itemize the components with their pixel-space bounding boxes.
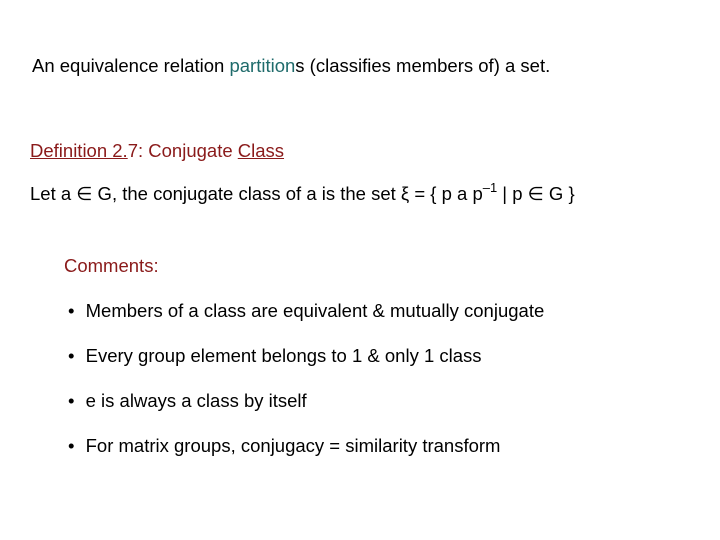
let-post2: G }: [544, 183, 575, 204]
bullet-3: • e is always a class by itself: [68, 390, 307, 412]
bullet-dot-1: •: [68, 300, 74, 321]
bullet-text-4: For matrix groups, conjugacy = similarit…: [86, 435, 501, 456]
def-class-word: Class: [238, 140, 284, 161]
definition-heading: Definition 2.7: Conjugate Class: [30, 140, 284, 162]
bullet-text-3: e is always a class by itself: [86, 390, 307, 411]
element-of-2: ∈: [528, 183, 544, 204]
intro-post: s (classifies members of) a set.: [295, 55, 550, 76]
bullet-4: • For matrix groups, conjugacy = similar…: [68, 435, 500, 457]
slide: An equivalence relation partitions (clas…: [0, 0, 720, 540]
bullet-1: • Members of a class are equivalent & mu…: [68, 300, 544, 322]
element-of-1: ∈: [76, 183, 92, 204]
let-line: Let a ∈ G, the conjugate class of a is t…: [30, 181, 575, 205]
bullet-dot-2: •: [68, 345, 74, 366]
exponent: –1: [483, 180, 497, 195]
let-pre: Let a: [30, 183, 76, 204]
bullet-text-2: Every group element belongs to 1 & only …: [86, 345, 482, 366]
bullet-dot-3: •: [68, 390, 74, 411]
def-label-pre: Definition 2.: [30, 140, 128, 161]
bullet-2: • Every group element belongs to 1 & onl…: [68, 345, 482, 367]
comments-label: Comments:: [64, 255, 159, 277]
def-label-post: : Conjugate: [138, 140, 238, 161]
def-label-num: 7: [128, 140, 138, 161]
partition-word: partition: [229, 55, 295, 76]
intro-pre: An equivalence relation: [32, 55, 229, 76]
bullet-text-1: Members of a class are equivalent & mutu…: [86, 300, 545, 321]
let-mid: G, the conjugate class of a is the set ξ…: [92, 183, 482, 204]
bullet-dot-4: •: [68, 435, 74, 456]
intro-line: An equivalence relation partitions (clas…: [32, 55, 550, 77]
let-post1: | p: [497, 183, 528, 204]
